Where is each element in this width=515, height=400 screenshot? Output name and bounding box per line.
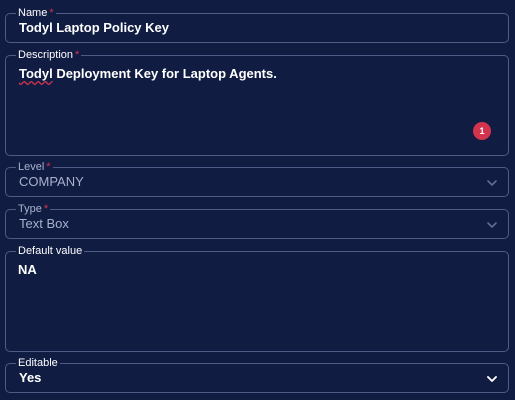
required-mark: *	[75, 49, 80, 61]
type-select[interactable]: Type * Text Box	[5, 203, 509, 239]
description-field[interactable]: Description * Todyl Deployment Key for La…	[5, 49, 509, 156]
chevron-down-icon[interactable]	[485, 176, 499, 190]
name-input[interactable]: Todyl Laptop Policy Key	[19, 20, 169, 36]
chevron-down-icon[interactable]	[485, 218, 499, 232]
default-value-field[interactable]: Default value NA	[5, 245, 509, 352]
editable-label: Editable	[16, 357, 60, 369]
required-mark: *	[49, 7, 54, 19]
description-label: Description *	[16, 49, 82, 61]
editable-select[interactable]: Editable Yes	[5, 357, 509, 393]
misspelled-word[interactable]: Todyl	[19, 66, 53, 81]
name-label: Name *	[16, 7, 56, 19]
type-label: Type *	[16, 203, 51, 215]
required-mark: *	[46, 161, 51, 173]
spellcheck-badge[interactable]: 1	[473, 122, 491, 140]
default-value-label: Default value	[16, 245, 85, 257]
required-mark: *	[43, 203, 49, 215]
level-select[interactable]: Level * COMPANY	[5, 161, 509, 197]
name-field[interactable]: Name * Todyl Laptop Policy Key	[5, 7, 509, 43]
type-value: Text Box	[19, 216, 69, 231]
editable-value: Yes	[19, 370, 42, 385]
default-value-textarea[interactable]: NA	[18, 262, 37, 278]
level-value: COMPANY	[19, 174, 84, 189]
custom-field-form: Name * Todyl Laptop Policy Key Descriptio…	[0, 0, 515, 400]
description-textarea[interactable]: Todyl Deployment Key for Laptop Agents.	[19, 66, 277, 82]
chevron-down-icon[interactable]	[485, 372, 499, 386]
level-label: Level *	[16, 161, 53, 173]
description-text: Deployment Key for Laptop Agents.	[52, 66, 277, 81]
